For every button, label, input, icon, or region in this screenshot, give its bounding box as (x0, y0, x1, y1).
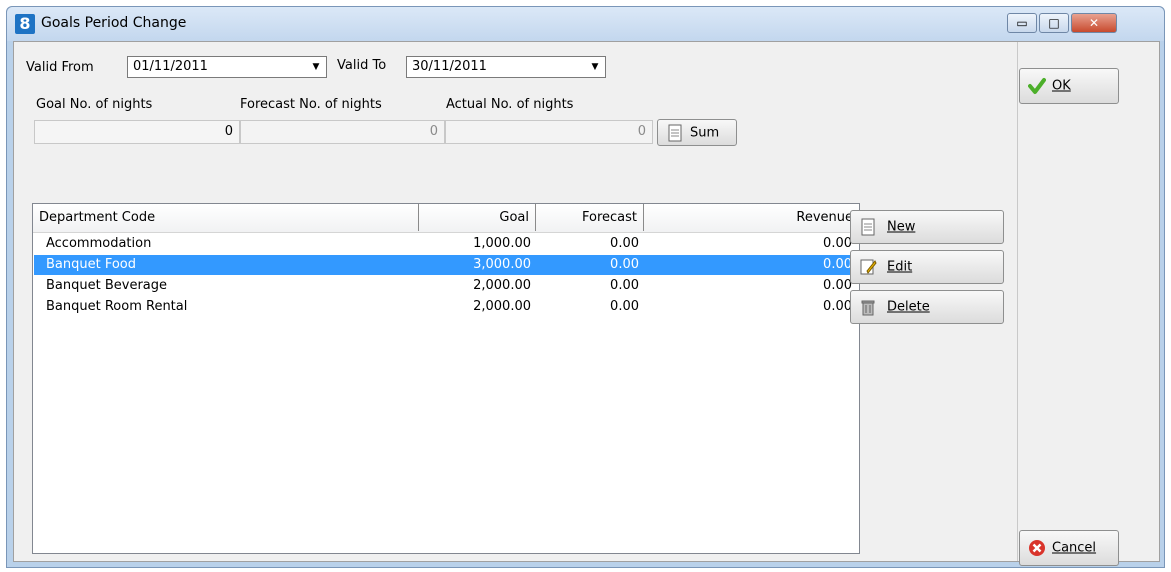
department-goals-table[interactable]: Department Code Goal Forecast Revenue Ac… (32, 203, 860, 554)
cell-department-code: Banquet Room Rental (46, 299, 188, 314)
forecast-nights-label: Forecast No. of nights (240, 97, 382, 112)
cancel-button[interactable]: Cancel (1019, 530, 1119, 566)
title-bar[interactable]: 8 Goals Period Change ▭ □ ✕ (7, 7, 1164, 41)
edit-button[interactable]: Edit (850, 250, 1004, 284)
edit-button-label: Edit (887, 259, 913, 275)
column-header-department-code[interactable]: Department Code (33, 204, 419, 231)
close-icon: ✕ (1088, 16, 1100, 30)
table-row[interactable]: Banquet Beverage 2,000.00 0.00 0.00 (34, 276, 858, 296)
cell-forecast: 0.00 (610, 278, 639, 293)
maximize-button[interactable]: □ (1039, 13, 1069, 33)
cell-revenue: 0.00 (823, 278, 852, 293)
cell-goal: 1,000.00 (473, 236, 531, 251)
chevron-down-icon[interactable]: ▼ (587, 59, 603, 75)
column-header-goal[interactable]: Goal (419, 204, 536, 231)
valid-to-label: Valid To (337, 58, 387, 73)
valid-to-value: 30/11/2011 (412, 59, 487, 74)
maximize-icon: □ (1048, 16, 1060, 30)
cell-forecast: 0.00 (610, 299, 639, 314)
cell-forecast: 0.00 (610, 236, 639, 251)
ok-button[interactable]: OK (1019, 68, 1119, 104)
column-header-forecast[interactable]: Forecast (536, 204, 644, 231)
forecast-nights-field: 0 (240, 120, 445, 144)
table-row[interactable]: Banquet Food 3,000.00 0.00 0.00 (34, 255, 858, 275)
valid-to-combo[interactable]: 30/11/2011 ▼ (406, 56, 606, 78)
document-icon (668, 124, 682, 141)
minimize-button[interactable]: ▭ (1007, 13, 1037, 33)
cell-revenue: 0.00 (823, 257, 852, 272)
delete-button[interactable]: Delete (850, 290, 1004, 324)
valid-from-label: Valid From (26, 60, 94, 75)
column-header-revenue[interactable]: Revenue (644, 204, 859, 231)
new-button-label: New (887, 219, 916, 235)
cell-department-code: Banquet Food (46, 257, 137, 272)
cell-goal: 2,000.00 (473, 278, 531, 293)
cell-department-code: Accommodation (46, 236, 152, 251)
app-icon: 8 (15, 14, 35, 34)
goals-period-change-window: 8 Goals Period Change ▭ □ ✕ Valid From 0… (6, 6, 1165, 568)
goal-nights-label: Goal No. of nights (36, 97, 153, 112)
goal-nights-field[interactable]: 0 (34, 120, 240, 144)
chevron-down-icon[interactable]: ▼ (308, 59, 324, 75)
minimize-icon: ▭ (1016, 16, 1028, 30)
actual-nights-field: 0 (445, 120, 653, 144)
right-panel-divider (1017, 42, 1018, 561)
cell-goal: 2,000.00 (473, 299, 531, 314)
new-document-icon (861, 218, 875, 236)
table-row[interactable]: Banquet Room Rental 2,000.00 0.00 0.00 (34, 297, 858, 317)
valid-from-value: 01/11/2011 (133, 59, 208, 74)
dialog-client-area: Valid From 01/11/2011 ▼ Valid To 30/11/2… (13, 41, 1160, 566)
sum-button-label: Sum (690, 125, 720, 140)
actual-nights-label: Actual No. of nights (446, 97, 574, 112)
table-header: Department Code Goal Forecast Revenue (33, 204, 859, 233)
valid-from-combo[interactable]: 01/11/2011 ▼ (127, 56, 327, 78)
cell-revenue: 0.00 (823, 299, 852, 314)
cancel-button-label: Cancel (1052, 540, 1097, 556)
window-title: Goals Period Change (41, 15, 187, 31)
trash-icon (861, 300, 875, 316)
cell-goal: 3,000.00 (473, 257, 531, 272)
sum-button[interactable]: Sum (657, 119, 737, 146)
table-row[interactable]: Accommodation 1,000.00 0.00 0.00 (34, 234, 858, 254)
ok-button-label: OK (1052, 78, 1071, 94)
new-button[interactable]: New (850, 210, 1004, 244)
delete-button-label: Delete (887, 299, 930, 315)
edit-pencil-icon (860, 259, 877, 275)
checkmark-icon (1028, 78, 1046, 94)
close-button[interactable]: ✕ (1071, 13, 1117, 33)
cell-revenue: 0.00 (823, 236, 852, 251)
cell-forecast: 0.00 (610, 257, 639, 272)
cancel-x-icon (1029, 540, 1045, 556)
cell-department-code: Banquet Beverage (46, 278, 168, 293)
